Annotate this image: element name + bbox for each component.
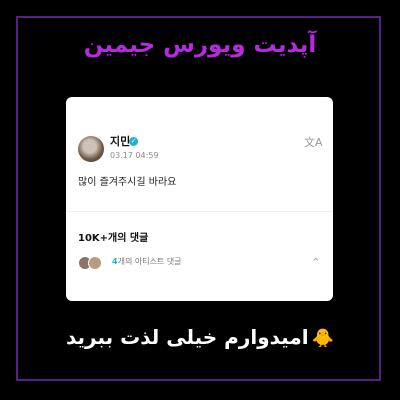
artist-avatars — [78, 256, 108, 270]
divider — [66, 211, 333, 212]
avatar[interactable] — [78, 136, 104, 162]
page-title: آپدیت ویورس جیمین — [83, 32, 317, 58]
author-name[interactable]: 지민 — [110, 136, 130, 148]
footer-caption: 🐥امیدوارم خیلی لذت ببرید — [0, 322, 400, 354]
chick-icon: 🐥 — [311, 328, 335, 349]
footer-text: امیدوارم خیلی لذت ببرید — [65, 325, 309, 349]
verified-icon: ✓ — [129, 137, 138, 146]
translate-icon[interactable]: 文A — [304, 137, 323, 149]
post-text: 많이 즐겨주시길 바라요 — [78, 177, 177, 188]
artist-comment-label: 개의 아티스트 댓글 — [117, 257, 182, 266]
post-timestamp: 03.17 04:59 — [110, 151, 159, 160]
comments-count[interactable]: 10K+개의 댓글 — [78, 233, 148, 245]
artist-comments-link[interactable]: 4개의 아티스트 댓글 — [112, 257, 182, 267]
avatar — [88, 256, 102, 270]
chevron-up-icon[interactable]: ⌄ — [311, 255, 320, 268]
post-card[interactable]: 지민 ✓ 03.17 04:59 文A 많이 즐겨주시길 바라요 10K+개의 … — [66, 97, 333, 301]
